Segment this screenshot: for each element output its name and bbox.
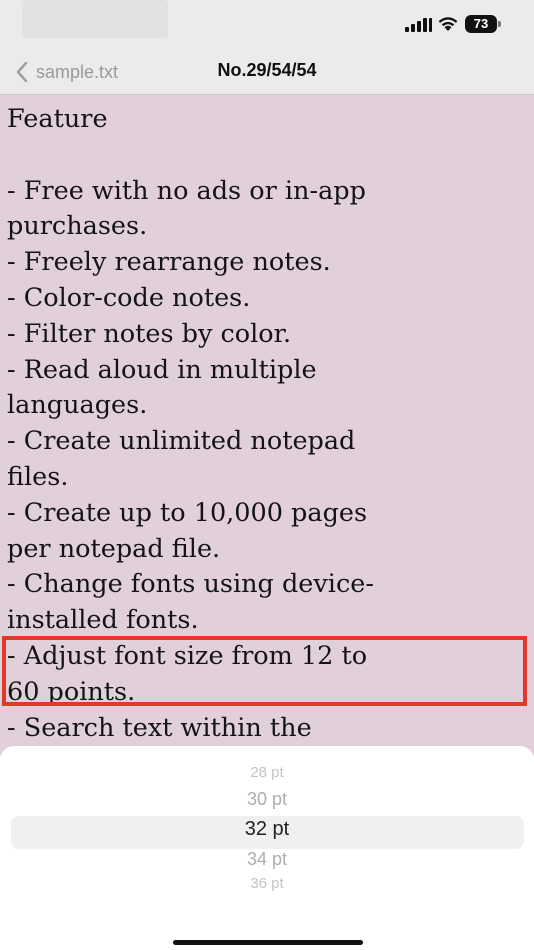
wifi-icon [438,17,458,31]
note-line: languages. [7,390,148,421]
note-line: purchases. [7,211,148,242]
battery-tip [498,21,501,27]
note-line: - Filter notes by color. [7,318,292,349]
back-button-label: sample.txt [36,61,119,82]
note-line: per notepad file. [7,533,221,564]
picker-option[interactable]: 30 pt [0,789,534,810]
home-indicator [173,940,363,945]
back-button[interactable]: sample.txt [14,58,118,86]
chevron-left-icon [16,61,28,83]
note-line: - Read aloud in multiple [7,354,317,385]
font-size-picker[interactable]: 28 pt 30 pt 32 pt 34 pt 36 pt [0,746,534,950]
picker-option[interactable]: 28 pt [0,764,534,781]
note-line: - Color-code notes. [7,283,251,313]
status-bar: 73 [0,0,534,50]
note-line: Feature [7,104,108,134]
cellular-signal-icon [405,18,432,32]
highlight-box [2,636,527,706]
note-line: - Freely rearrange notes. [7,247,331,278]
note-line: installed fonts. [7,605,199,636]
status-time-area [22,0,168,38]
nav-bar: sample.txt No.29/54/54 [0,50,534,95]
note-line: - Create up to 10,000 pages [7,497,368,528]
note-line: - Free with no ads or in-app [7,175,366,206]
picker-option[interactable]: 34 pt [0,849,534,870]
picker-option[interactable]: 36 pt [0,875,534,892]
screen: 73 sample.txt No.29/54/54 Feature - Free … [0,0,534,950]
note-line: - Create unlimited notepad [7,426,356,457]
note-line: - Change fonts using device- [7,569,374,600]
note-line: - Search text within the [7,712,312,743]
battery-icon: 73 [465,15,497,33]
page-title: No.29/54/54 [217,60,317,80]
battery-level: 73 [473,16,489,31]
note-line: files. [7,462,69,492]
note-text-area[interactable]: Feature - Free with no ads or in-app purch… [0,95,534,755]
picker-option[interactable]: 32 pt [0,818,534,841]
